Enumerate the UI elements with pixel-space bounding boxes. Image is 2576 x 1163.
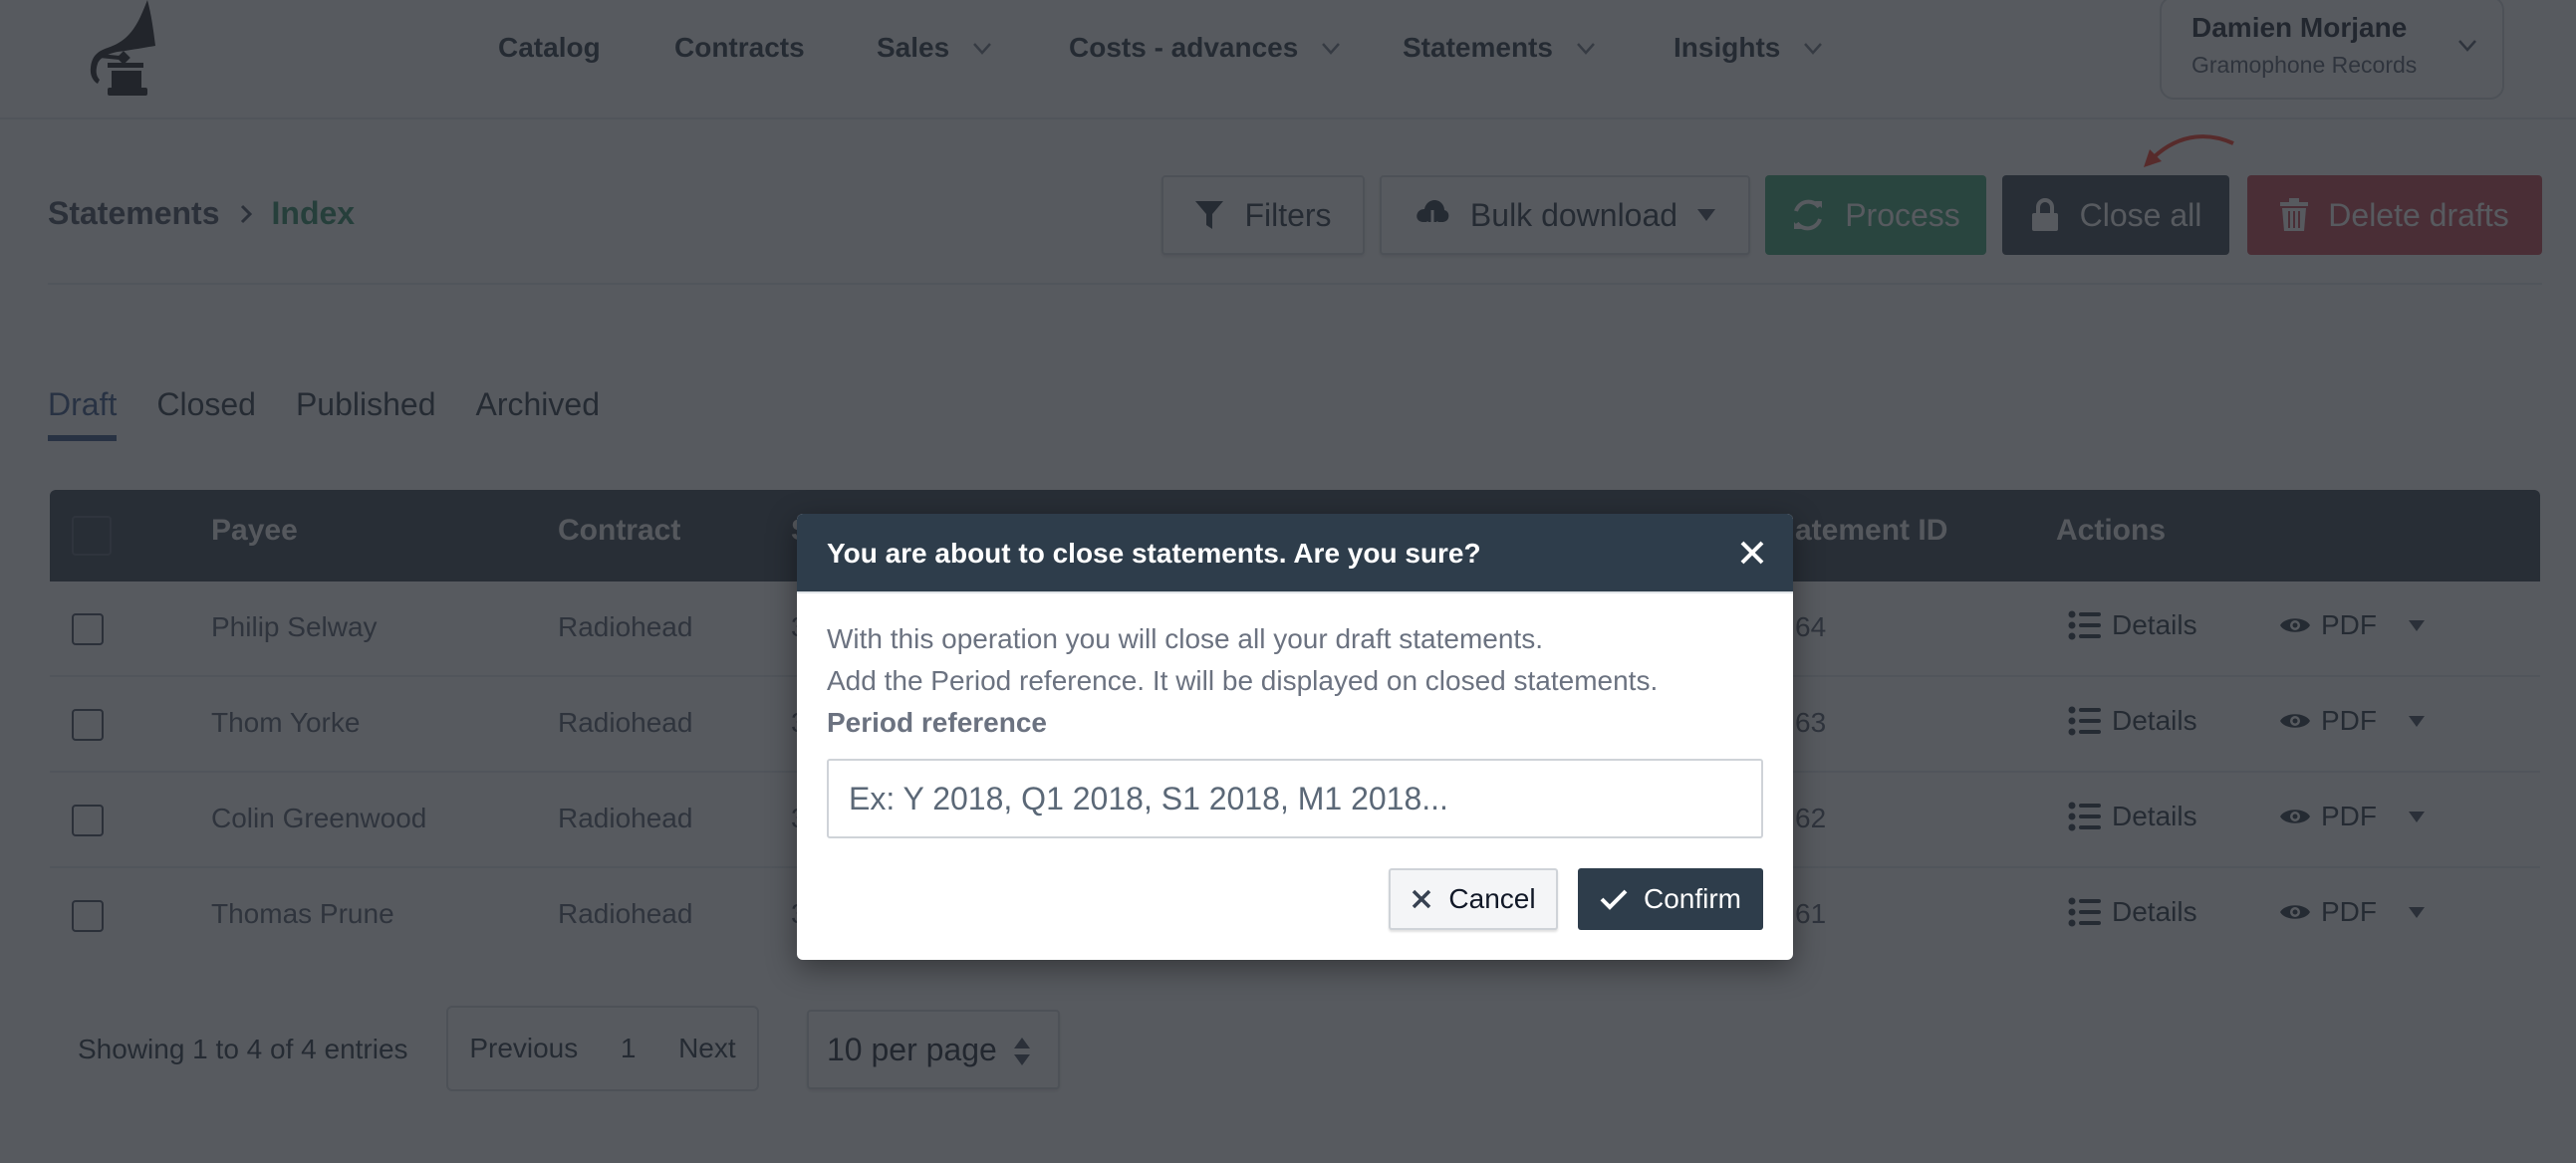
dialog-header: You are about to close statements. Are y… [797, 514, 1793, 593]
cancel-button[interactable]: Cancel [1389, 868, 1558, 930]
confirm-label: Confirm [1643, 883, 1741, 914]
period-reference-input[interactable] [827, 759, 1763, 838]
dialog-message-line-2: Add the Period reference. It will be dis… [827, 665, 1659, 696]
dialog-message-line-1: With this operation you will close all y… [827, 623, 1543, 654]
close-statements-dialog: You are about to close statements. Are y… [797, 514, 1793, 960]
close-icon [1413, 889, 1431, 909]
confirm-button[interactable]: Confirm [1578, 868, 1763, 930]
close-icon[interactable] [1737, 538, 1767, 568]
check-icon [1600, 889, 1628, 910]
cancel-label: Cancel [1448, 883, 1536, 914]
dialog-title: You are about to close statements. Are y… [827, 538, 1481, 569]
period-reference-label: Period reference [827, 707, 1047, 738]
